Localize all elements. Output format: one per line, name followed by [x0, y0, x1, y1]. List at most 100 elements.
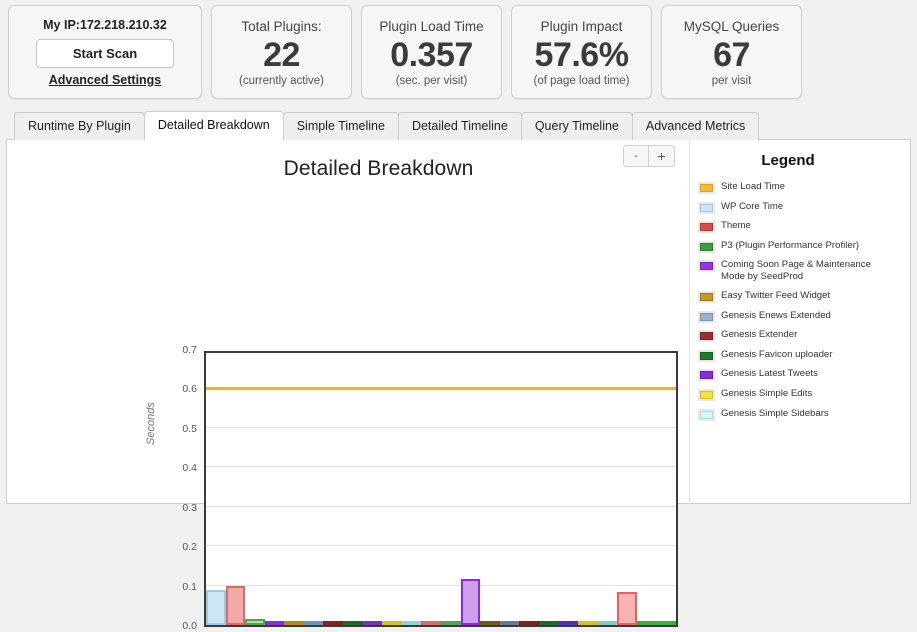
legend-swatch-icon [698, 310, 715, 323]
legend-label: Genesis Simple Sidebars [721, 407, 829, 419]
advanced-settings-link[interactable]: Advanced Settings [49, 73, 162, 87]
bar[interactable] [284, 621, 304, 625]
bar-column[interactable] [656, 353, 676, 625]
legend-label: Theme [721, 220, 751, 232]
plugin-impact-sub: (of page load time) [533, 74, 630, 87]
bar-column[interactable] [382, 353, 402, 625]
legend-swatch-icon [698, 240, 715, 253]
chart-panel: Detailed Breakdown Seconds 0.0 0.1 0.2 0.3 0… [6, 140, 911, 632]
bar[interactable] [401, 621, 422, 625]
legend-item[interactable]: Genesis Simple Edits [698, 388, 917, 401]
plugin-impact-title: Plugin Impact [540, 18, 623, 34]
bar[interactable] [480, 621, 500, 625]
bar-column[interactable] [362, 353, 383, 625]
bar[interactable] [264, 621, 285, 625]
bar-column[interactable] [284, 353, 304, 625]
bar-column[interactable] [245, 353, 265, 625]
legend-item[interactable]: Easy Twitter Feed Widget [698, 290, 917, 303]
y-tick-label: 0.5 [182, 422, 197, 435]
legend-swatch-icon [698, 330, 715, 343]
legend-item[interactable]: P3 (Plugin Performance Profiler) [698, 240, 917, 253]
legend-swatch-icon [698, 260, 715, 273]
bar-column[interactable] [343, 353, 363, 625]
bar-column[interactable] [538, 353, 559, 625]
total-plugins-value: 22 [263, 35, 300, 74]
bar[interactable] [206, 589, 226, 625]
bar-column[interactable] [421, 353, 441, 625]
bar[interactable] [499, 621, 520, 625]
bar[interactable] [343, 621, 363, 625]
legend-item[interactable]: Genesis Enews Extended [698, 310, 917, 323]
tab-query-timeline[interactable]: Query Timeline [520, 112, 633, 140]
bar[interactable] [558, 621, 578, 625]
bar-column[interactable] [617, 353, 637, 625]
tab-advanced-metrics[interactable]: Advanced Metrics [631, 112, 760, 140]
tab-detailed-timeline[interactable]: Detailed Timeline [397, 112, 522, 140]
legend-label: Genesis Favicon uploader [721, 348, 833, 360]
bar-column[interactable] [519, 353, 539, 625]
bar-column[interactable] [206, 353, 226, 625]
legend-label: Coming Soon Page & Maintenance Mode by S… [721, 259, 871, 283]
bar-column[interactable] [440, 353, 461, 625]
legend-item[interactable]: Genesis Extender [698, 329, 917, 343]
legend-item[interactable]: Genesis Favicon uploader [698, 349, 917, 362]
legend-item[interactable]: Site Load Time [698, 181, 917, 194]
bar[interactable] [538, 621, 559, 625]
tab-detailed-breakdown[interactable]: Detailed Breakdown [143, 111, 284, 140]
bar[interactable] [382, 621, 402, 625]
bar-column[interactable] [480, 353, 500, 625]
zoom-in-button[interactable]: + [649, 145, 675, 167]
plugin-impact-value: 57.6% [534, 35, 629, 74]
tab-simple-timeline[interactable]: Simple Timeline [282, 112, 399, 140]
total-plugins-sub: (currently active) [239, 74, 324, 87]
bar[interactable] [362, 621, 383, 625]
bar[interactable] [225, 585, 246, 625]
mysql-queries-card: MySQL Queries 67 per visit [661, 5, 802, 99]
bar[interactable] [303, 621, 324, 625]
bar[interactable] [323, 621, 344, 625]
legend-item[interactable]: Genesis Simple Sidebars [698, 408, 917, 421]
bar-column[interactable] [225, 353, 246, 625]
y-axis-ticks: 0.0 0.1 0.2 0.3 0.4 0.5 0.6 0.7 [117, 140, 197, 632]
bar-column[interactable] [577, 353, 598, 625]
bar-column[interactable] [499, 353, 520, 625]
mysql-queries-title: MySQL Queries [683, 18, 780, 34]
bar[interactable] [440, 621, 461, 625]
bar[interactable] [519, 621, 539, 625]
bar[interactable] [597, 621, 618, 625]
legend-swatch-icon [698, 388, 715, 401]
legend-label: Genesis Latest Tweets [721, 368, 818, 380]
bar[interactable] [421, 621, 441, 625]
tab-runtime-by-plugin[interactable]: Runtime By Plugin [14, 112, 145, 140]
bar-column[interactable] [636, 353, 657, 625]
plot-area[interactable] [204, 351, 678, 627]
legend-item[interactable]: Genesis Latest Tweets [698, 368, 917, 382]
bar-column[interactable] [264, 353, 285, 625]
mysql-queries-sub: per visit [711, 74, 752, 87]
bar-column[interactable] [460, 353, 481, 625]
plot-area-wrapper: Seconds 0.0 0.1 0.2 0.3 0.4 0.5 0.6 0.7 - + [7, 140, 687, 632]
bar-column[interactable] [303, 353, 324, 625]
bar[interactable] [636, 621, 657, 625]
bar-column[interactable] [597, 353, 618, 625]
zoom-out-button[interactable]: - [623, 145, 649, 167]
y-tick-label: 0.6 [182, 383, 197, 396]
legend-label: Genesis Simple Edits [721, 387, 813, 399]
plugin-load-time-value: 0.357 [390, 35, 473, 74]
bar[interactable] [656, 621, 676, 625]
legend-item[interactable]: Theme [698, 220, 917, 234]
start-scan-button[interactable]: Start Scan [36, 38, 174, 68]
bar[interactable] [245, 619, 265, 625]
legend-item[interactable]: Coming Soon Page & Maintenance Mode by S… [698, 259, 917, 283]
bar-column[interactable] [558, 353, 578, 625]
bar-column[interactable] [323, 353, 344, 625]
bar[interactable] [577, 621, 598, 625]
y-tick-label: 0.2 [182, 541, 197, 554]
legend-panel: Legend Site Load Time WP Core Time Theme P3… [689, 140, 917, 504]
legend-item[interactable]: WP Core Time [698, 201, 917, 214]
bar-column[interactable] [401, 353, 422, 625]
bar[interactable] [460, 579, 481, 625]
legend-label: Easy Twitter Feed Widget [721, 289, 831, 301]
legend-label: Genesis Extender [721, 329, 798, 341]
bar[interactable] [617, 591, 637, 625]
